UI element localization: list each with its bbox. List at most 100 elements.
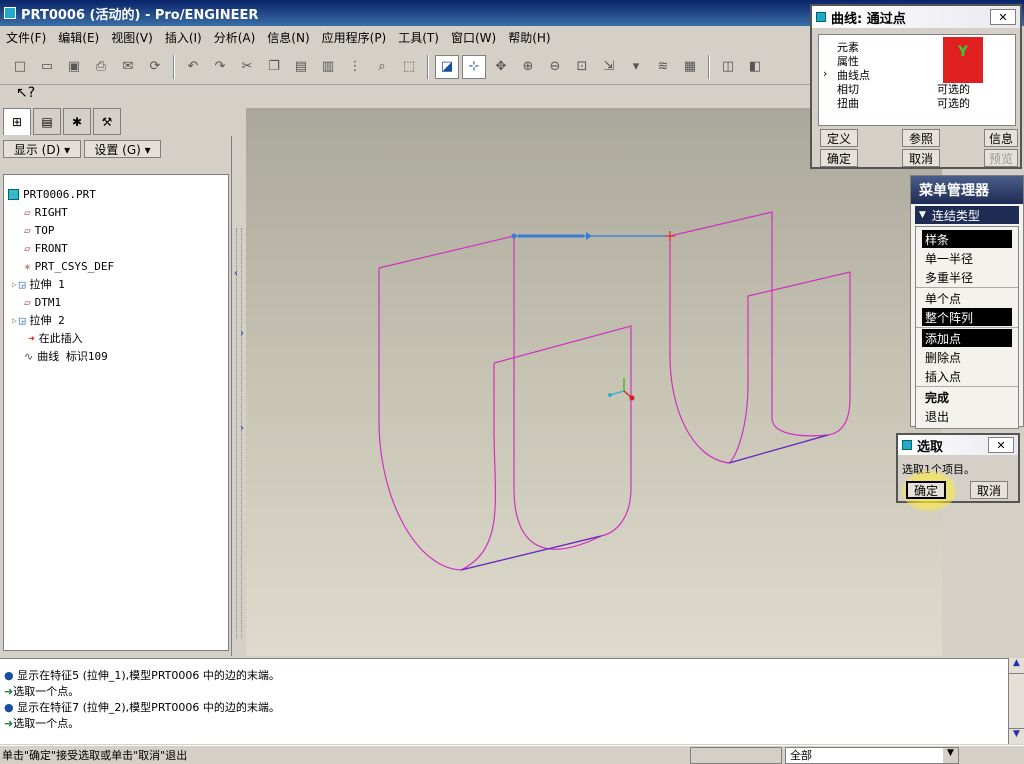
tree-item-right[interactable]: ▱ RIGHT: [4, 203, 228, 221]
redo-icon[interactable]: ↷: [208, 55, 232, 79]
layers-icon[interactable]: ≋: [651, 55, 675, 79]
extrude2-edges[interactable]: [669, 211, 851, 464]
menu-item-single-radius[interactable]: 单一半径: [922, 249, 1012, 267]
select-box-icon[interactable]: ⬚: [397, 55, 421, 79]
info-button[interactable]: 信息: [984, 129, 1018, 147]
paste-icon[interactable]: ▤: [289, 55, 313, 79]
folder-browser-tab-icon[interactable]: ▤: [33, 108, 61, 135]
curve-start-point[interactable]: [511, 233, 517, 239]
expand-arrow-icon[interactable]: ›: [240, 328, 244, 339]
menu-item-quit[interactable]: 退出: [922, 407, 1012, 425]
reorient-icon[interactable]: ⇲: [597, 55, 621, 79]
copy-icon[interactable]: ❐: [262, 55, 286, 79]
display-dropdown[interactable]: 显示 (D) ▾: [3, 140, 81, 158]
connections-tab-icon[interactable]: ⚒: [93, 108, 121, 135]
expand-icon[interactable]: ▷: [12, 280, 17, 289]
email-icon[interactable]: ✉: [116, 55, 140, 79]
element-row[interactable]: 元素: [819, 39, 1015, 54]
element-row[interactable]: 属性: [819, 53, 1015, 68]
save-icon[interactable]: ▣: [62, 55, 86, 79]
send-icon[interactable]: ⟳: [143, 55, 167, 79]
refit-icon[interactable]: ⊡: [570, 55, 594, 79]
define-button[interactable]: 定义: [820, 129, 858, 147]
insert-arrow-icon: ➜: [28, 331, 35, 345]
navigator-panel: 显示 (D) ▾ 设置 (G) ▾ PRT0006.PRT ▱ RIGHT ▱ …: [0, 136, 232, 656]
open-file-icon[interactable]: ▭: [35, 55, 59, 79]
select-ok-button[interactable]: 确定: [906, 481, 946, 499]
chevron-down-icon[interactable]: ▼: [943, 747, 958, 763]
new-file-icon[interactable]: □: [8, 55, 32, 79]
menu-analysis[interactable]: 分析(A): [208, 29, 262, 46]
menu-file[interactable]: 文件(F): [0, 29, 52, 46]
wireframe-icon[interactable]: ◫: [716, 55, 740, 79]
element-row[interactable]: 相切 可选的: [819, 81, 1015, 96]
references-button[interactable]: 参照: [902, 129, 940, 147]
tree-item-insert-here[interactable]: ➜ 在此插入: [4, 329, 228, 347]
settings-dropdown[interactable]: 设置 (G) ▾: [84, 140, 161, 158]
paste-special-icon[interactable]: ▥: [316, 55, 340, 79]
regenerate-icon[interactable]: ⋮: [343, 55, 367, 79]
print-icon[interactable]: ⎙: [89, 55, 113, 79]
select-cancel-button[interactable]: 取消: [970, 481, 1008, 499]
menu-view[interactable]: 视图(V): [105, 29, 159, 46]
tree-item-front[interactable]: ▱ FRONT: [4, 239, 228, 257]
menu-help[interactable]: 帮助(H): [502, 29, 556, 46]
scroll-down-icon[interactable]: ▼: [1009, 728, 1024, 744]
tree-item-curve[interactable]: ∿ 曲线 标识109: [4, 347, 228, 365]
ok-button[interactable]: 确定: [820, 149, 858, 167]
menu-item-multiple-radius[interactable]: 多重半径: [922, 268, 1012, 286]
connection-type-header[interactable]: ▼ 连结类型: [915, 206, 1019, 224]
selection-filter-dropdown[interactable]: 全部 ▼: [785, 746, 959, 764]
cut-icon[interactable]: ✂: [235, 55, 259, 79]
model-tree-tab-icon[interactable]: ⊞: [3, 108, 31, 135]
expand-arrow-icon[interactable]: ›: [240, 423, 244, 434]
menu-applications[interactable]: 应用程序(P): [316, 29, 393, 46]
tree-item-part[interactable]: PRT0006.PRT: [4, 185, 228, 203]
graphics-window[interactable]: [246, 108, 942, 656]
message-scrollbar[interactable]: ▲ ▼: [1008, 658, 1024, 744]
context-help-icon[interactable]: ↖?: [0, 85, 246, 107]
zoom-in-icon[interactable]: ⊕: [516, 55, 540, 79]
scroll-up-icon[interactable]: ▲: [1009, 658, 1024, 674]
tree-item-top[interactable]: ▱ TOP: [4, 221, 228, 239]
expand-icon[interactable]: ▷: [12, 316, 17, 325]
undo-icon[interactable]: ↶: [181, 55, 205, 79]
menu-item-delete-point[interactable]: 删除点: [922, 348, 1012, 366]
close-icon[interactable]: ✕: [988, 437, 1014, 453]
menu-window[interactable]: 窗口(W): [445, 29, 502, 46]
cancel-button[interactable]: 取消: [902, 149, 940, 167]
menu-item-spline[interactable]: 样条: [922, 230, 1012, 248]
hidden-line-icon[interactable]: ◧: [743, 55, 767, 79]
element-row[interactable]: 扭曲 可选的: [819, 95, 1015, 110]
menu-item-done[interactable]: 完成: [922, 388, 1012, 406]
tree-item-dtm1[interactable]: ▱ DTM1: [4, 293, 228, 311]
navigator-sash[interactable]: ‹ › ›: [232, 108, 246, 656]
extrude1-edges[interactable]: [378, 235, 632, 571]
repaint-icon[interactable]: ◪: [435, 54, 459, 79]
menu-item-add-point[interactable]: 添加点: [922, 329, 1012, 347]
element-row[interactable]: › 曲线点: [819, 67, 1015, 82]
close-icon[interactable]: ✕: [990, 9, 1016, 25]
menu-edit[interactable]: 编辑(E): [52, 29, 105, 46]
favorites-tab-icon[interactable]: ✱: [63, 108, 91, 135]
curve-end-point[interactable]: [665, 231, 675, 241]
menu-insert[interactable]: 插入(I): [159, 29, 208, 46]
spin-center-icon[interactable]: ⊹: [462, 54, 486, 79]
menu-item-insert-point[interactable]: 插入点: [922, 367, 1012, 385]
orient-mode-icon[interactable]: ✥: [489, 55, 513, 79]
tree-item-extrude1[interactable]: ▷ ◲ 拉伸 1: [4, 275, 228, 293]
zoom-out-icon[interactable]: ⊖: [543, 55, 567, 79]
tree-item-extrude2[interactable]: ▷ ◲ 拉伸 2: [4, 311, 228, 329]
menu-info[interactable]: 信息(N): [261, 29, 315, 46]
view-manager-icon[interactable]: ▦: [678, 55, 702, 79]
find-icon[interactable]: ⌕: [370, 55, 394, 79]
preview-button[interactable]: 预览: [984, 149, 1018, 167]
menu-item-whole-array[interactable]: 整个阵列: [922, 308, 1012, 326]
saved-views-icon[interactable]: ▾: [624, 55, 648, 79]
tree-item-csys[interactable]: ✳ PRT_CSYS_DEF: [4, 257, 228, 275]
bottom-edges: [460, 434, 829, 571]
menu-item-single-point[interactable]: 单个点: [922, 289, 1012, 307]
collapse-arrow-icon[interactable]: ‹: [234, 268, 238, 279]
menu-tools[interactable]: 工具(T): [392, 29, 445, 46]
tree-item-label: TOP: [34, 223, 55, 237]
